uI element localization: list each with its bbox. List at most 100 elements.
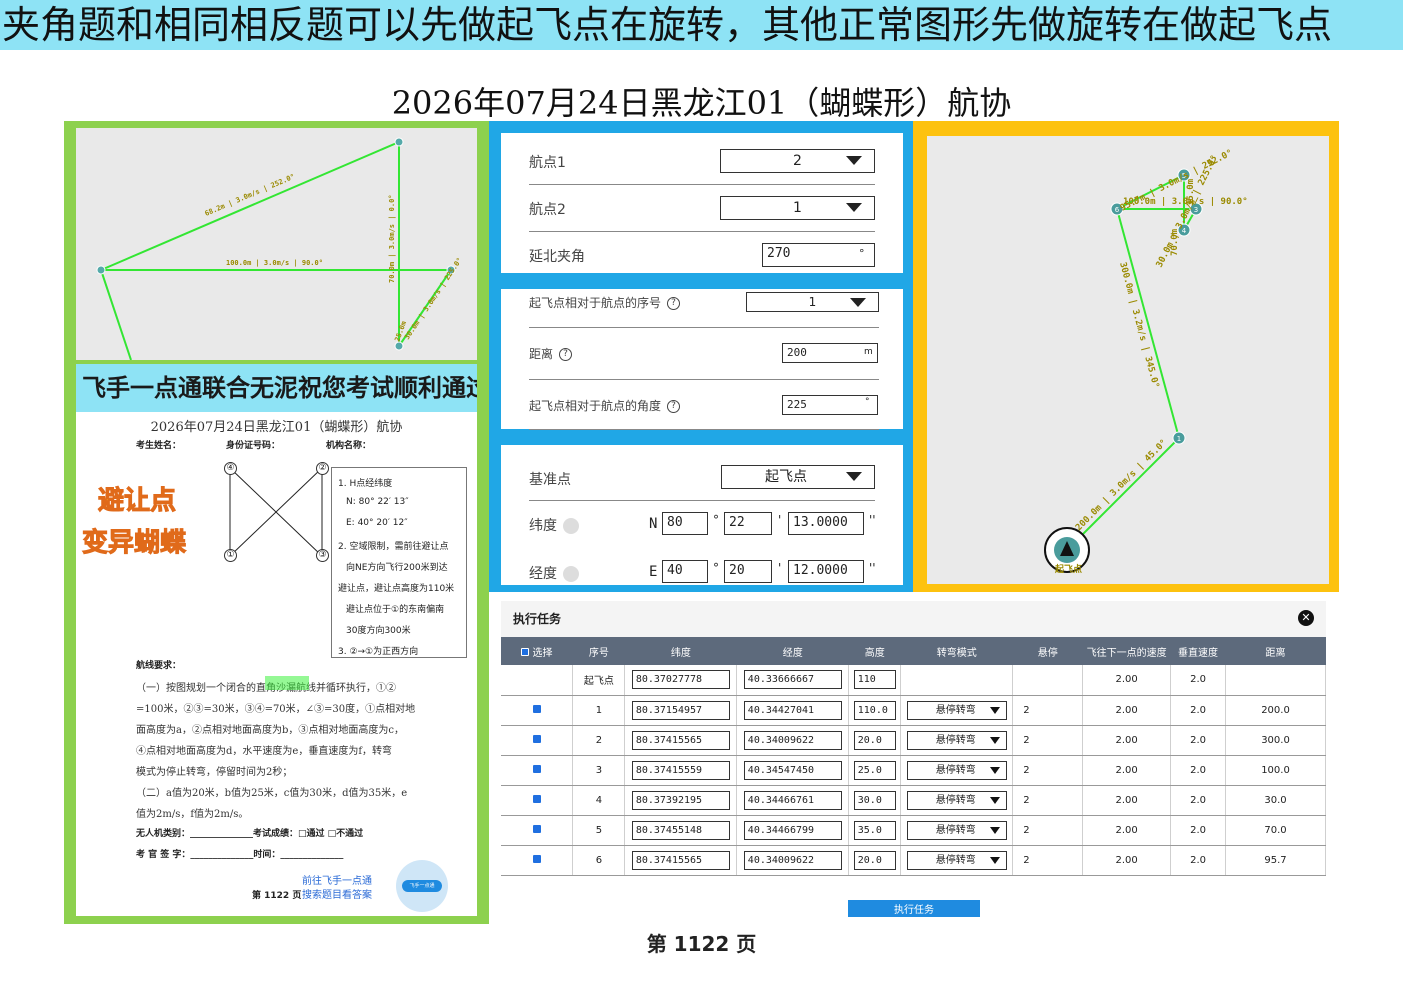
turn-mode-select[interactable]: 悬停转弯: [906, 790, 1007, 810]
lon-input[interactable]: 40.34009622: [743, 850, 842, 870]
qr-code: 飞手一点通: [396, 860, 448, 912]
task-header: 执行任务 ✕: [501, 601, 1326, 637]
turn-mode-select[interactable]: 悬停转弯: [906, 820, 1007, 840]
chevron-down-icon: [989, 856, 1000, 864]
lat-second-input[interactable]: 13.0000: [788, 512, 864, 535]
chevron-down-icon: [989, 766, 1000, 774]
base-point-form: 基准点 起飞点 纬度 N 80 ° 22 ' 13.0000 '' 经度 E 4…: [501, 445, 903, 585]
doc-link[interactable]: 搜索题目看答案: [302, 886, 372, 901]
help-icon[interactable]: ?: [667, 400, 681, 413]
alt-input[interactable]: 110.0: [853, 700, 896, 720]
takeoff-label: 起飞点: [1054, 563, 1082, 575]
angle2-input[interactable]: 225: [782, 395, 878, 415]
distance-label-text: 距离: [529, 347, 554, 361]
row-checkbox[interactable]: [532, 794, 541, 803]
dist-cell: 30.0: [1225, 785, 1326, 816]
note-line: 向NE方向飞行200米到达: [346, 563, 448, 573]
alt-input[interactable]: 30.0: [853, 790, 896, 810]
table-row: 起飞点 80.37027778 40.33666667 110 2.00 2.0: [501, 665, 1326, 696]
row-checkbox[interactable]: [532, 764, 541, 773]
lon-input[interactable]: 40.34427041: [743, 700, 842, 720]
planning-map[interactable]: 68.2m | 3.0m/s | 252.0° 100.0m | 3.0m/s …: [76, 128, 477, 360]
dist-cell: 300.0: [1225, 725, 1326, 756]
lon-label-text: 经度: [529, 566, 557, 582]
row-checkbox[interactable]: [532, 704, 541, 713]
waypoint1-select[interactable]: 2: [720, 149, 875, 173]
lon-cell: 40.34009622: [736, 725, 850, 756]
result-map[interactable]: 1 6 3 4 5 200.0m | 3.0m/s | 45.0° 300.0m…: [927, 136, 1329, 584]
lon-input[interactable]: 40.34466799: [743, 820, 842, 840]
col-vspeed: 垂直速度: [1170, 637, 1226, 665]
waypoint2-label: 航点2: [529, 202, 566, 218]
lon-degree-input[interactable]: 40: [662, 560, 708, 583]
turn-cell: [900, 665, 1014, 696]
lat-input[interactable]: 80.37415565: [631, 730, 730, 750]
lon-second-input[interactable]: 12.0000: [788, 560, 864, 583]
turn-mode-select[interactable]: 悬停转弯: [906, 700, 1007, 720]
turn-cell: 悬停转弯: [900, 755, 1014, 786]
lat-label-text: 纬度: [529, 518, 557, 534]
hover-cell: 2: [1012, 695, 1084, 726]
base-select[interactable]: 起飞点: [721, 465, 875, 489]
alt-cell: 30.0: [848, 785, 902, 816]
lat-input[interactable]: 80.37027778: [631, 670, 730, 690]
map1-edge-label: 70.0m | 3.0m/s | 0.0°: [388, 194, 397, 283]
alt-input[interactable]: 20.0: [853, 850, 896, 870]
lat-input[interactable]: 80.37455148: [631, 820, 730, 840]
location-icon[interactable]: [563, 518, 579, 534]
note-line: 30度方向300米: [346, 626, 411, 636]
row-checkbox[interactable]: [532, 854, 541, 863]
lat-input[interactable]: 80.37154957: [631, 700, 730, 720]
promo-text: 避让点: [97, 486, 177, 517]
hover-cell: 2: [1012, 845, 1084, 876]
select-cell: [501, 725, 574, 756]
lon-input[interactable]: 40.34009622: [743, 730, 842, 750]
lat-degree-input[interactable]: 80: [662, 512, 708, 535]
table-row: 5 80.37455148 40.34466799 35.0 悬停转弯 2 2.…: [501, 815, 1326, 846]
lat-input[interactable]: 80.37392195: [631, 790, 730, 810]
vspeed-cell: 2.0: [1170, 845, 1227, 876]
note-line: 1. H点经纬度: [338, 479, 393, 489]
close-icon[interactable]: ✕: [1298, 610, 1314, 626]
turn-cell: 悬停转弯: [900, 845, 1014, 876]
alt-input[interactable]: 35.0: [853, 820, 896, 840]
seq-label: 起飞点相对于航点的序号?: [529, 294, 681, 311]
lon-cell: 40.34466761: [736, 785, 850, 816]
location-icon[interactable]: [563, 566, 579, 582]
doc-field: 身份证号码：: [226, 441, 281, 451]
execute-task-button[interactable]: 执行任务: [848, 900, 980, 917]
lon-sec-value: 12.0000: [793, 563, 848, 578]
lat-input[interactable]: 80.37415559: [631, 760, 730, 780]
lon-input[interactable]: 40.34466761: [743, 790, 842, 810]
seq-select[interactable]: 1: [746, 292, 879, 312]
lon-hemisphere: E: [649, 564, 658, 580]
node-3: ③: [316, 549, 329, 562]
divider: [529, 184, 875, 185]
table-row: 3 80.37415559 40.34547450 25.0 悬停转弯 2 2.…: [501, 755, 1326, 786]
help-icon[interactable]: ?: [559, 348, 573, 361]
row-checkbox[interactable]: [532, 734, 541, 743]
turn-mode-select[interactable]: 悬停转弯: [906, 850, 1007, 870]
alt-input[interactable]: 20.0: [853, 730, 896, 750]
lat-min-value: 22: [729, 515, 745, 530]
lat-input[interactable]: 80.37415565: [631, 850, 730, 870]
help-icon[interactable]: ?: [667, 297, 681, 310]
lon-input[interactable]: 40.34547450: [743, 760, 842, 780]
angle2-value: 225: [787, 398, 807, 411]
vspeed-cell: 2.0: [1170, 785, 1227, 816]
lat-minute-input[interactable]: 22: [724, 512, 772, 535]
turn-mode-select[interactable]: 悬停转弯: [906, 760, 1007, 780]
waypoint-table: 选择 序号 纬度 经度 高度 转弯模式 悬停 飞往下一点的速度 垂直速度 距离 …: [501, 637, 1326, 876]
lon-input[interactable]: 40.33666667: [743, 670, 842, 690]
turn-mode-value: 悬停转弯: [935, 854, 976, 866]
alt-input[interactable]: 25.0: [853, 760, 896, 780]
row-checkbox[interactable]: [532, 824, 541, 833]
waypoint2-select[interactable]: 1: [720, 196, 875, 220]
alt-cell: 110: [848, 665, 902, 696]
doc-link[interactable]: 前往飞手一点通: [302, 872, 372, 887]
col-select[interactable]: 选择: [501, 637, 573, 665]
turn-mode-select[interactable]: 悬停转弯: [906, 730, 1007, 750]
note-line: 避让点，避让点高度为110米: [338, 584, 455, 594]
alt-input[interactable]: 110: [853, 670, 896, 690]
lon-minute-input[interactable]: 20: [724, 560, 772, 583]
